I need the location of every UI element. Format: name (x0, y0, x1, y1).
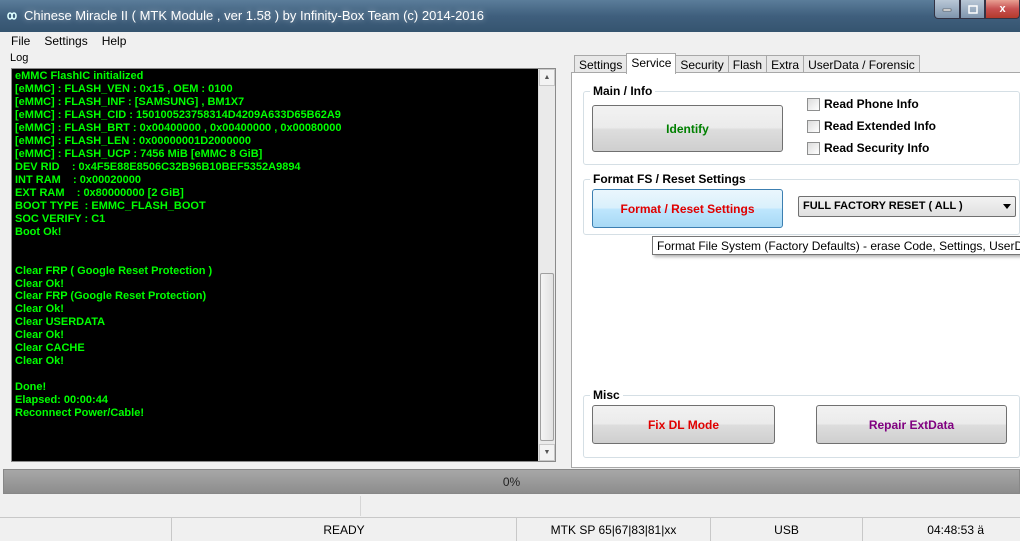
log-line: Clear FRP (Google Reset Protection) (15, 290, 207, 303)
read-security-info-label: Read Security Info (824, 141, 930, 155)
menu-help[interactable]: Help (97, 32, 132, 52)
log-line: [eMMC] : FLASH_VEN : 0x15 , OEM : 0100 (15, 82, 233, 95)
tab-service[interactable]: Service (626, 53, 677, 74)
log-line: Clear Ok! (15, 329, 64, 342)
read-extended-info-checkbox[interactable]: Read Extended Info (807, 119, 936, 133)
menu-bar: File Settings Help (0, 32, 1020, 52)
log-line: Clear FRP ( Google Reset Protection ) (15, 264, 213, 277)
repair-extdata-button[interactable]: Repair ExtData (816, 405, 1007, 444)
status-time: 04:48:53 ä (927, 522, 984, 537)
log-line: Clear USERDATA (15, 316, 106, 329)
checkbox-box[interactable] (807, 119, 820, 133)
title-bar[interactable]: Chinese Miracle II ( MTK Module , ver 1.… (0, 0, 1020, 32)
log-line: [eMMC] : FLASH_CID : 150100523758314D420… (15, 108, 341, 121)
close-button[interactable]: x (985, 0, 1020, 19)
strip-cell (3, 496, 361, 516)
infinity-logo-icon (7, 12, 17, 20)
checkbox-box[interactable] (807, 141, 820, 155)
status-ready: READY (172, 518, 517, 541)
log-line: Clear Ok! (15, 355, 64, 368)
scroll-down-button[interactable]: ▼ (539, 444, 555, 461)
log-line: Boot Ok! (15, 225, 62, 238)
log-line: [eMMC] : FLASH_LEN : 0x00000001D2000000 (15, 134, 251, 147)
read-extended-info-label: Read Extended Info (824, 119, 937, 133)
secondary-status-strip (3, 496, 1020, 516)
strip-cell (361, 496, 1020, 516)
window-title: Chinese Miracle II ( MTK Module , ver 1.… (24, 8, 485, 23)
log-line: [eMMC] : FLASH_BRT : 0x00400000 , 0x0040… (15, 121, 342, 134)
status-connection: USB (711, 518, 863, 541)
log-line: Reconnect Power/Cable! (15, 407, 144, 420)
fix-dl-mode-button[interactable]: Fix DL Mode (592, 405, 775, 444)
maximize-icon (967, 4, 978, 14)
identify-button[interactable]: Identify (592, 105, 783, 152)
scroll-thumb[interactable] (540, 273, 554, 441)
status-bar: READY MTK SP 65|67|83|81|xx USB 04:48:53… (0, 517, 1020, 541)
log-line: Clear Ok! (15, 277, 64, 290)
log-line: [eMMC] : FLASH_INF : [SAMSUNG] , BM1X7 (15, 95, 245, 108)
format-reset-title: Format FS / Reset Settings (590, 172, 749, 186)
close-icon: x (999, 3, 1006, 15)
log-panel[interactable]: eMMC FlashIC initialized [eMMC] : FLASH_V… (11, 68, 556, 462)
log-label: Log (10, 52, 29, 64)
read-phone-info-label: Read Phone Info (824, 97, 919, 111)
log-text: eMMC FlashIC initialized [eMMC] : FLASH_V… (15, 70, 535, 420)
reset-mode-select[interactable]: FULL FACTORY RESET ( ALL ) (798, 196, 1016, 217)
menu-settings[interactable]: Settings (39, 32, 92, 52)
arrow-up-icon: ▲ (543, 74, 551, 81)
minimize-button[interactable] (934, 0, 960, 19)
chevron-down-icon (1003, 204, 1011, 209)
log-line: [eMMC] : FLASH_UCP : 7456 MiB [eMMC 8 Gi… (15, 147, 263, 160)
log-line: Clear Ok! (15, 303, 64, 316)
log-line: eMMC FlashIC initialized (15, 70, 144, 82)
status-cell-empty (0, 518, 172, 541)
log-scrollbar[interactable]: ▲ ▼ (538, 69, 555, 461)
reset-mode-value: FULL FACTORY RESET ( ALL ) (803, 200, 963, 212)
log-line: BOOT TYPE : EMMC_FLASH_BOOT (15, 199, 206, 212)
format-reset-button[interactable]: Format / Reset Settings (592, 189, 783, 228)
log-line: Clear CACHE (15, 342, 85, 355)
menu-file[interactable]: File (6, 32, 35, 52)
log-line: INT RAM : 0x00020000 (15, 173, 141, 186)
progress-bar: 0% (3, 469, 1020, 494)
tab-strip: Settings Service Security Flash Extra Us… (574, 53, 920, 74)
read-phone-info-checkbox[interactable]: Read Phone Info (807, 97, 919, 111)
main-info-title: Main / Info (590, 84, 656, 98)
arrow-down-icon: ▼ (543, 449, 551, 456)
log-line: Elapsed: 00:00:44 (15, 394, 108, 407)
checkbox-box[interactable] (807, 97, 820, 111)
log-line: Done! (15, 381, 47, 394)
log-line: EXT RAM : 0x80000000 [2 GiB] (15, 186, 184, 199)
log-line: SOC VERIFY : C1 (15, 212, 106, 225)
window-controls: x (934, 0, 1020, 20)
status-platform: MTK SP 65|67|83|81|xx (517, 518, 711, 541)
scroll-up-button[interactable]: ▲ (539, 69, 555, 86)
log-line: DEV RID : 0x4F5E88E8506C32B96B10BEF5352A… (15, 160, 301, 173)
progress-label: 0% (502, 474, 521, 489)
minimize-icon (942, 8, 952, 12)
read-security-info-checkbox[interactable]: Read Security Info (807, 141, 929, 155)
maximize-button[interactable] (960, 0, 985, 19)
misc-title: Misc (590, 388, 623, 402)
format-tooltip: Format File System (Factory Defaults) - … (652, 236, 1020, 255)
